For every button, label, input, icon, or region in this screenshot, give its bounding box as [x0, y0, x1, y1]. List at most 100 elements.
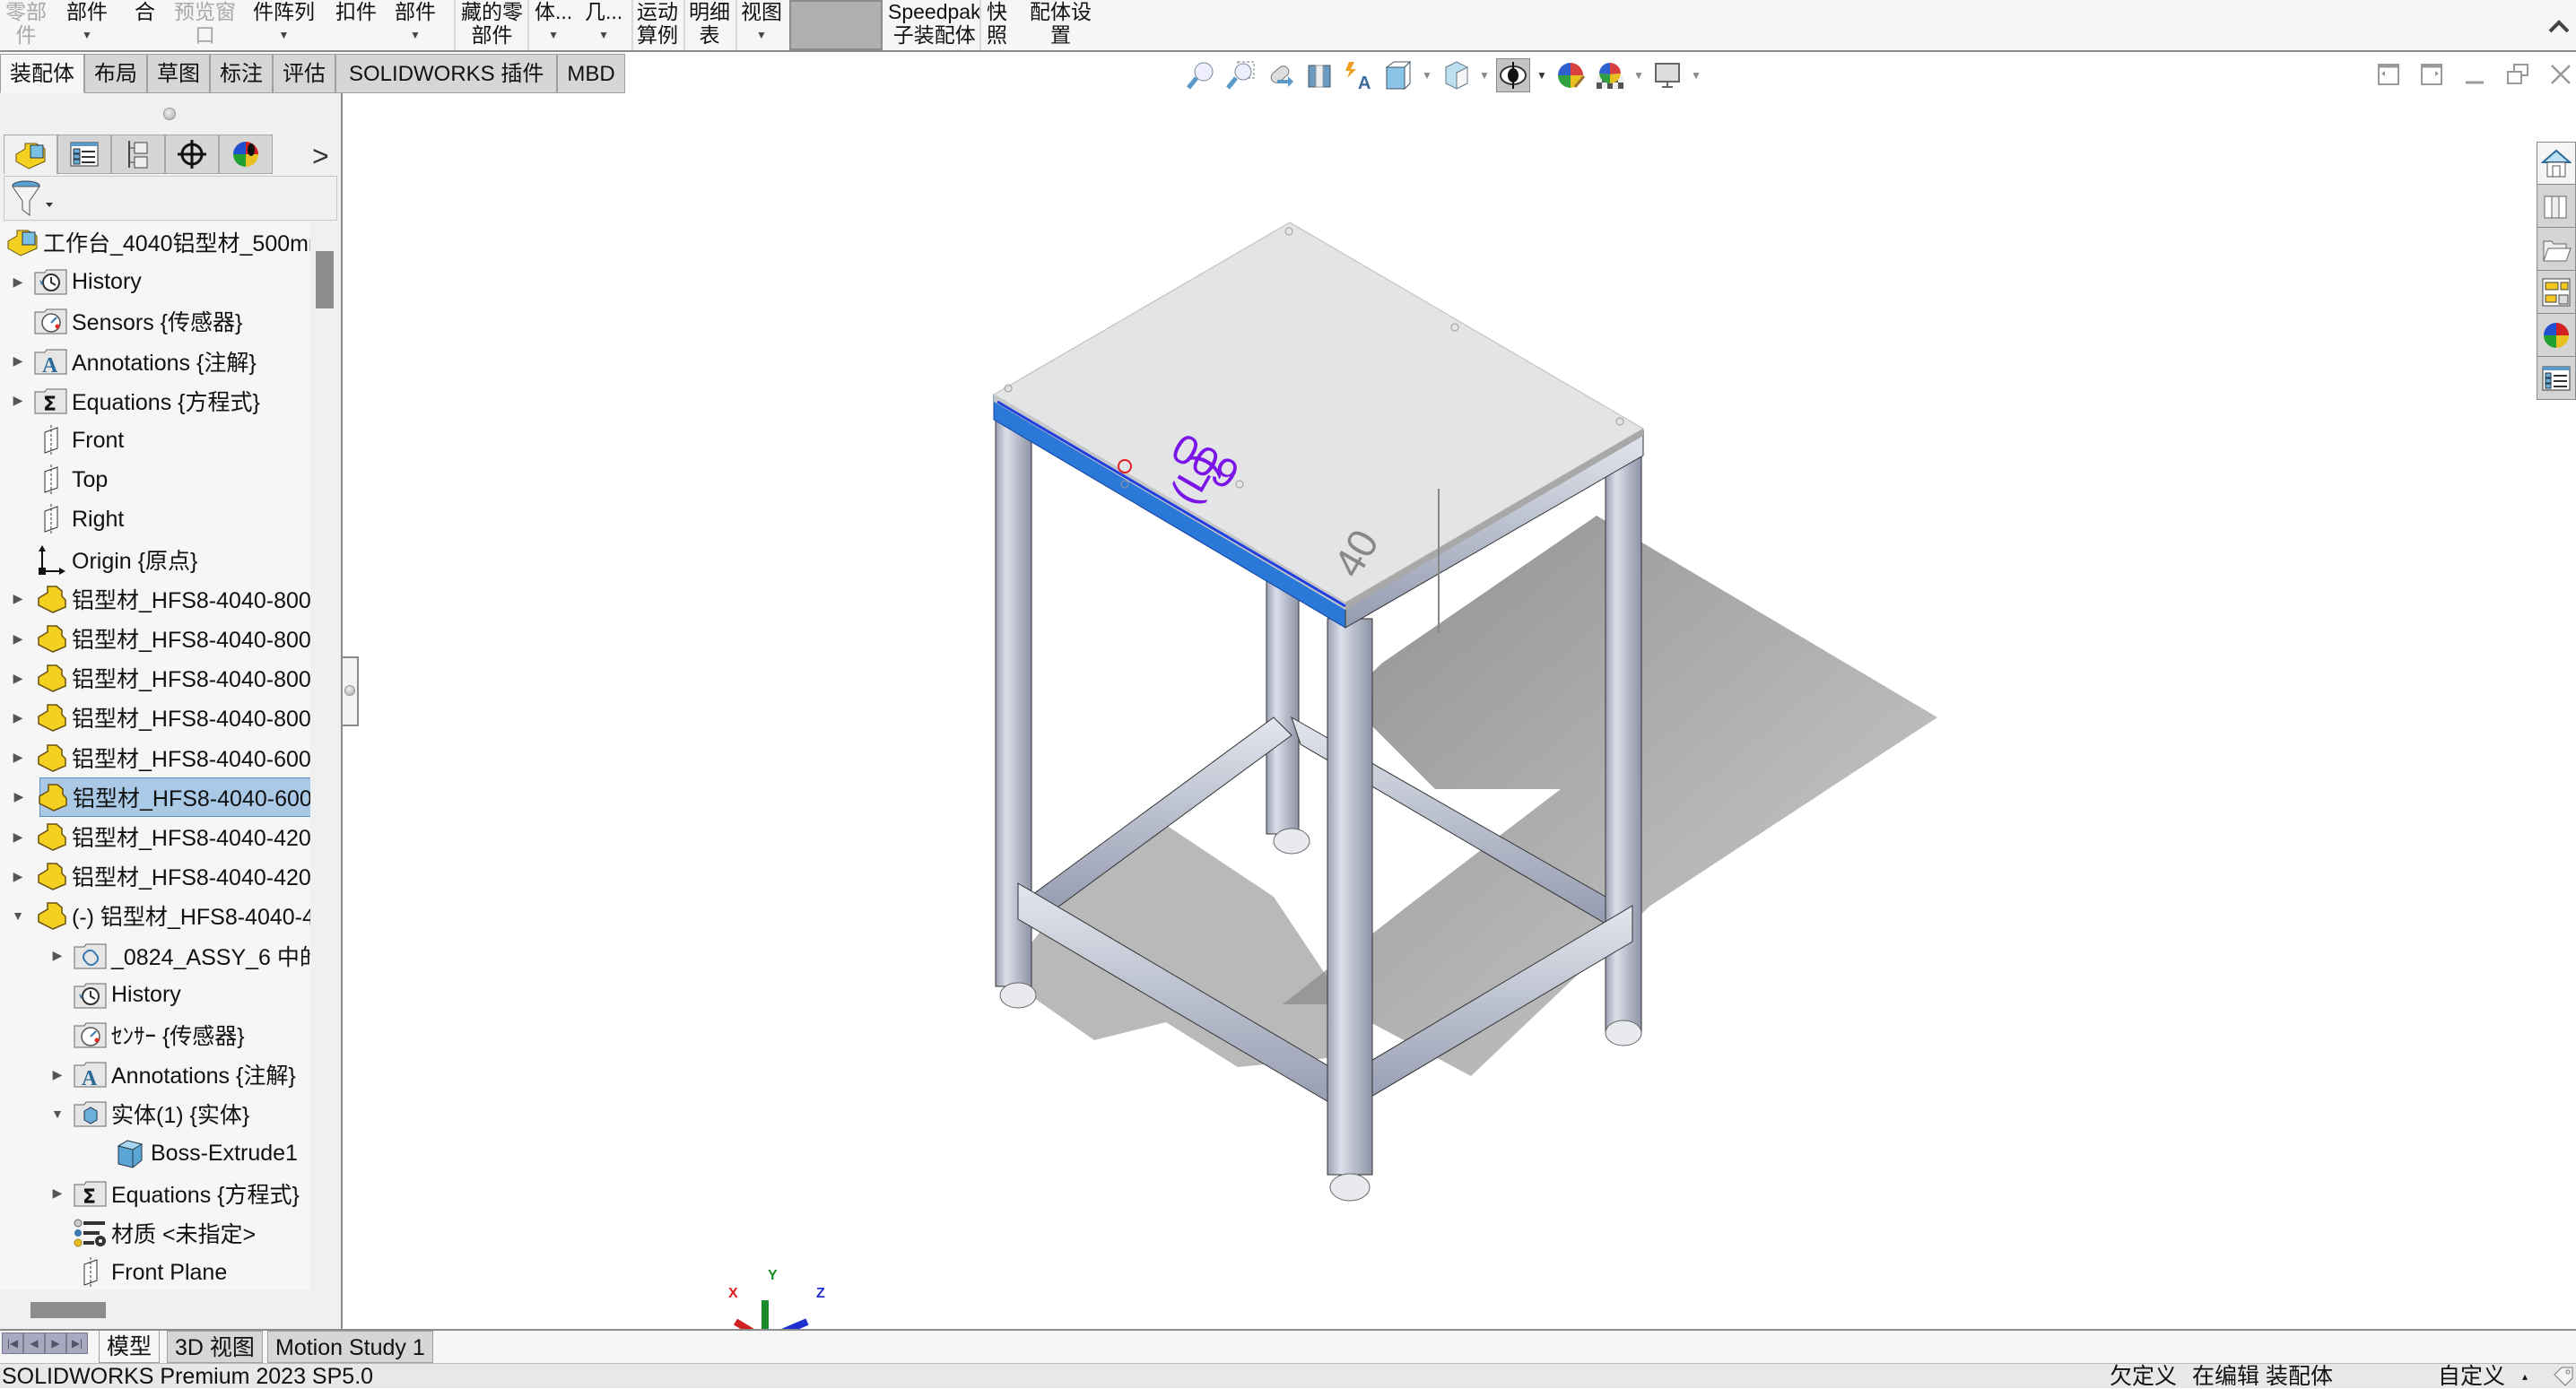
collapse-ribbon-icon[interactable]	[2547, 18, 2571, 34]
expand-arrow-icon[interactable]: ▶	[50, 1174, 65, 1213]
chevron-up-icon[interactable]: ▴	[2522, 1364, 2528, 1389]
last-tab-icon[interactable]: ▶|	[66, 1333, 88, 1354]
tree-item-plane[interactable]: Top	[11, 460, 108, 499]
zoom-to-area-icon[interactable]	[1223, 58, 1258, 92]
chevron-down-icon[interactable]: ▼	[1478, 69, 1491, 82]
displaymanager-icon[interactable]	[219, 135, 273, 174]
tab-evaluate[interactable]: 评估	[273, 54, 335, 93]
panel-collapse-handle[interactable]	[343, 656, 359, 726]
tree-item-plane[interactable]: Front	[11, 421, 124, 460]
tree-vertical-scrollbar[interactable]	[316, 251, 334, 308]
tab-model[interactable]: 模型	[99, 1331, 161, 1363]
cmd-smart-fasteners-button[interactable]: 扣件	[332, 0, 380, 50]
expand-arrow-icon[interactable]: ▶	[50, 1055, 65, 1094]
cmd-pattern-button[interactable]: 件阵列 ▼	[249, 0, 318, 50]
cmd-reference-geometry-button[interactable]: 几... ▼	[581, 0, 626, 50]
expand-arrow-icon[interactable]: ▶	[50, 936, 65, 976]
display-style-icon[interactable]	[1439, 58, 1473, 92]
tree-item-sensors[interactable]: ｾﾝｻｰ {传感器}	[50, 1015, 245, 1055]
tab-markup[interactable]: 标注	[210, 54, 273, 93]
tree-horizontal-scrollbar[interactable]	[30, 1302, 106, 1318]
cmd-show-hidden-button[interactable]: 藏的零 部件	[457, 0, 527, 50]
tree-item-part[interactable]: ▶ 铝型材_HFS8-4040-800	[11, 698, 310, 737]
tree-item-plane[interactable]: Front Plane	[50, 1253, 227, 1289]
expand-arrow-icon[interactable]: ▶	[11, 381, 25, 421]
tab-motion-study-1[interactable]: Motion Study 1	[267, 1331, 433, 1363]
tree-item-part[interactable]: ▼ (-) 铝型材_HFS8-4040-4	[11, 896, 310, 935]
first-tab-icon[interactable]: |◀	[2, 1333, 23, 1354]
expand-arrow-icon[interactable]: ▶	[11, 579, 25, 619]
cmd-preview-window-button[interactable]: 预览窗口	[170, 0, 239, 50]
edit-appearance-icon[interactable]	[1553, 58, 1588, 92]
cmd-speedpak-button[interactable]: Speedpak 子装配体	[884, 0, 985, 50]
view-orientation-icon[interactable]	[1381, 58, 1415, 92]
cmd-bom-button[interactable]: 明细表	[685, 0, 734, 50]
filter-icon[interactable]	[10, 179, 55, 219]
tree-item-part[interactable]: ▶ 铝型材_HFS8-4040-420	[11, 817, 310, 856]
tree-item-origin[interactable]: Origin {原点}	[11, 540, 197, 579]
section-view-icon[interactable]	[1302, 58, 1336, 92]
panel-grip-handle[interactable]	[163, 108, 176, 120]
tree-item-part[interactable]: ▶ 铝型材_HFS8-4040-800	[11, 579, 310, 619]
custom-properties-icon[interactable]	[2537, 357, 2576, 400]
tab-layout[interactable]: 布局	[84, 54, 147, 93]
cmd-snapshot-button[interactable]: 快照	[983, 0, 1011, 50]
previous-view-icon[interactable]	[1263, 58, 1297, 92]
expand-arrow-icon[interactable]: ▶	[11, 856, 25, 896]
tab-sketch[interactable]: 草图	[147, 54, 210, 93]
previous-tab-icon[interactable]: ◀	[23, 1333, 45, 1354]
chevron-down-icon[interactable]: ▼	[1421, 69, 1433, 82]
tree-item-part[interactable]: ▶ 铝型材_HFS8-4040-800	[11, 619, 310, 658]
collapse-arrow-icon[interactable]: ▼	[11, 896, 25, 935]
dynamic-annotation-views-icon[interactable]: A	[1342, 58, 1376, 92]
configurationmanager-icon[interactable]	[111, 135, 165, 174]
dimxpertmanager-icon[interactable]	[165, 135, 219, 174]
tree-item-history[interactable]: History	[50, 976, 181, 1015]
close-icon[interactable]	[2549, 63, 2572, 86]
file-explorer-icon[interactable]	[2537, 228, 2576, 271]
design-library-icon[interactable]	[2537, 185, 2576, 228]
tab-assembly[interactable]: 装配体	[0, 54, 84, 93]
appearances-scenes-icon[interactable]	[2537, 314, 2576, 357]
tree-item-reference[interactable]: ▶ _0824_ASSY_6 中的	[50, 936, 310, 976]
chevron-down-icon[interactable]: ▼	[1632, 69, 1645, 82]
graphics-area[interactable]: 600 (L) 40 X Y Z	[359, 93, 2576, 1343]
cmd-component-button[interactable]: 部件 ▼	[63, 0, 111, 50]
expand-arrow-icon[interactable]: ▶	[11, 817, 25, 856]
tree-item-material[interactable]: 材质 <未指定>	[50, 1213, 256, 1253]
assembly-model[interactable]: 600 (L) 40	[359, 93, 2576, 1329]
view-settings-icon[interactable]	[1650, 58, 1684, 92]
next-tab-icon[interactable]: ▶	[45, 1333, 66, 1354]
cmd-motion-study-button[interactable]: 运动 算例	[633, 0, 682, 50]
tree-item-body[interactable]: Boss-Extrude1	[90, 1134, 298, 1174]
tab-3d-views[interactable]: 3D 视图	[167, 1331, 263, 1363]
tree-item-part[interactable]: ▶ 铝型材_HFS8-4040-600	[14, 777, 310, 817]
chevron-right-icon[interactable]: >	[312, 140, 329, 173]
cmd-insert-components-button[interactable]: 零部件	[2, 0, 50, 50]
units-selector[interactable]: 自定义	[2438, 1364, 2505, 1389]
restore-icon[interactable]	[2506, 63, 2529, 86]
tree-item-solid-bodies[interactable]: ▼ 实体(1) {实体}	[50, 1094, 249, 1133]
cmd-move-component-button[interactable]: 部件 ▼	[391, 0, 439, 50]
zoom-to-fit-icon[interactable]	[1184, 58, 1218, 92]
featuremanager-tree-icon[interactable]	[4, 135, 57, 174]
tile-right-icon[interactable]	[2420, 63, 2443, 86]
cmd-assembly-features-button[interactable]: 体... ▼	[531, 0, 576, 50]
tree-item-sensors[interactable]: Sensors {传感器}	[11, 301, 242, 341]
expand-arrow-icon[interactable]: ▶	[12, 777, 26, 817]
tree-item-annotations[interactable]: ▶ A Annotations {注解}	[11, 342, 257, 381]
tree-item-annotations[interactable]: ▶ A Annotations {注解}	[50, 1055, 296, 1094]
expand-arrow-icon[interactable]: ▶	[11, 619, 25, 658]
tag-icon[interactable]	[2553, 1366, 2574, 1387]
tab-solidworks-addins[interactable]: SOLIDWORKS 插件	[335, 54, 558, 93]
tree-item-part[interactable]: ▶ 铝型材_HFS8-4040-600	[11, 738, 310, 777]
tree-item-part[interactable]: ▶ 铝型材_HFS8-4040-420	[11, 856, 310, 896]
cmd-exploded-view-button[interactable]: 视图 ▼	[737, 0, 786, 50]
tree-item-plane[interactable]: Right	[11, 499, 124, 539]
tree-item-equations[interactable]: ▶ Σ Equations {方程式}	[11, 381, 260, 421]
expand-arrow-icon[interactable]: ▶	[11, 342, 25, 381]
minimize-icon[interactable]	[2463, 63, 2486, 86]
cmd-mate-button[interactable]: 合	[131, 0, 159, 50]
expand-arrow-icon[interactable]: ▶	[11, 262, 25, 301]
cmd-assembly-settings-button[interactable]: 配体设置	[1026, 0, 1095, 50]
